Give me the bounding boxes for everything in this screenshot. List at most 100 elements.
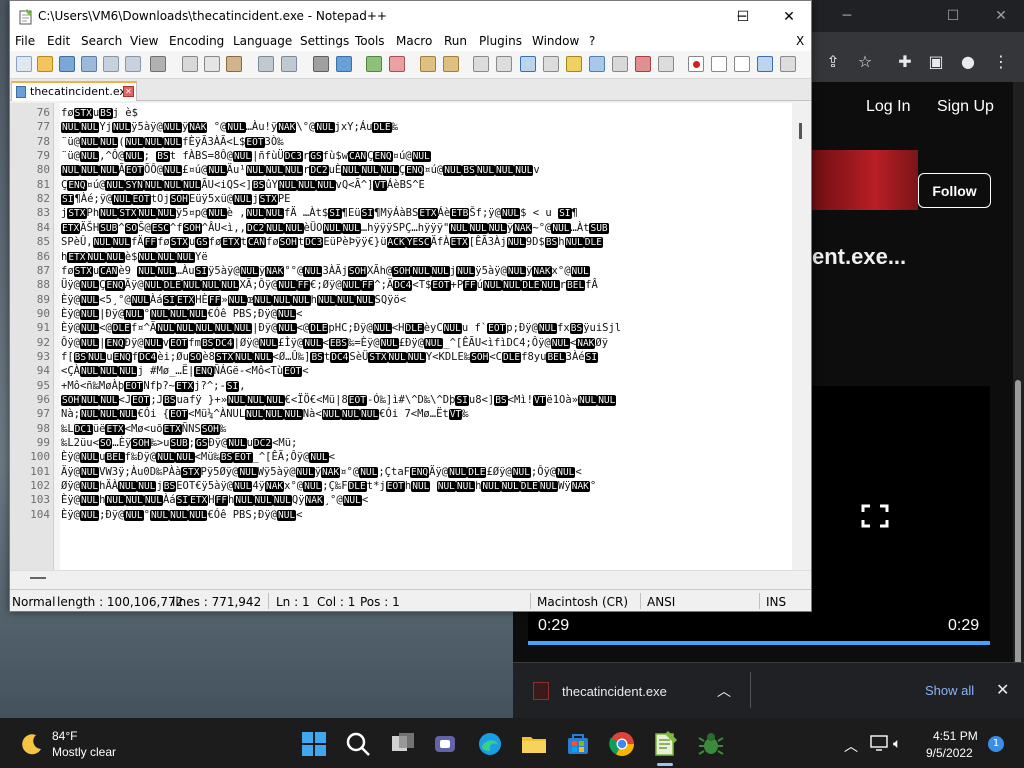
network-icon[interactable] [870, 735, 888, 751]
line-content[interactable]: ¨ü@NUL NUL(NUL NUL NULfÈÿÃ3ÀÃ<L$EOT3Ò‰ [61, 135, 284, 149]
stop-macro-icon[interactable] [711, 56, 727, 72]
tab-close-icon[interactable]: ✕ [123, 86, 134, 97]
windows-start-icon[interactable] [299, 729, 329, 759]
clock-time[interactable]: 4:51 PM [933, 729, 978, 743]
chevron-up-icon[interactable]: ︿ [717, 681, 731, 701]
editor-line[interactable]: 101 Äÿ@NULVW3ÿ;Àu0D‰PÀàSTXPÿ5Øÿ@NULWÿ5àÿ@… [10, 465, 792, 479]
follow-button[interactable]: Follow [918, 173, 991, 208]
weather-temperature[interactable]: 84°F [52, 729, 77, 743]
save-icon[interactable] [59, 56, 75, 72]
editor-line[interactable]: 95 +Mô<ñ‰MøÀþEOTNfþ?~ETXj?^;-SI‚ [10, 379, 792, 393]
line-content[interactable]: jSTXPhNUL STX NUL NULÿ5¤p@NULè ,NUL NULfÄ …À… [61, 206, 578, 220]
tray-overflow-chevron-icon[interactable]: ︿ [844, 736, 858, 756]
line-content[interactable]: <ÇÀNUL NUL NULj #Mø_…Ë|ENQÑÁGë-<Mô<TùEOT< [61, 364, 309, 378]
menu-settings[interactable]: Settings [300, 34, 349, 48]
editor-line[interactable]: 83 jSTXPhNUL STX NUL NULÿ5¤p@NULè ,NUL NULfÄ … [10, 206, 792, 220]
editor-line[interactable]: 104 Èÿ@NUL;Ðÿ@NUL°NUL NUL NUL€Óê PBS;Ðÿ@NUL… [10, 508, 792, 522]
line-content[interactable]: f[BS NULuENQfDC4èi;ØuSOè8STX NUL NUL<Ø…Û‰]B… [61, 350, 599, 364]
line-content[interactable]: Øÿ@NULhÄÀNUL NULjBSEOT€ÿ5àÿ@NUL4ÿNAKx°@NU… [61, 479, 596, 493]
fullscreen-icon[interactable] [861, 504, 889, 528]
editor-line[interactable]: 85 SPèÛ,NUL NULfÄFFføSTXuGSføETXtCANføSOHt… [10, 235, 792, 249]
menu-macro[interactable]: Macro [396, 34, 432, 48]
video-progress-bar[interactable] [528, 641, 990, 645]
editor-line[interactable]: 84 ETXÄŠHSUB^SOŠ@ESC^fSOH^ÂU<ì,,DC2 NUL NUL… [10, 221, 792, 235]
editor-line[interactable]: 86 hETX NUL NULè$NUL NUL NULYë [10, 250, 792, 264]
microsoft-store-icon[interactable] [563, 729, 593, 759]
sync-vertical-icon[interactable] [420, 56, 436, 72]
editor-line[interactable]: 94 <ÇÀNUL NUL NULj #Mø_…Ë|ENQÑÁGë-<Mô<TùEOT… [10, 364, 792, 378]
editor-line[interactable]: 97 Nà;NUL NUL NUL€Ói {EOT<Mü¼^ÀNULNUL NUL NUL… [10, 407, 792, 421]
editor-line[interactable]: 80 NUL NUL NULÃEOTÕÔ@NUL£¤ú@NULÄu¹NUL NUL NUL… [10, 163, 792, 177]
menu-language[interactable]: Language [233, 34, 292, 48]
show-all-chars-icon[interactable] [496, 56, 512, 72]
browser-menu-icon[interactable]: ⋮ [988, 48, 1014, 74]
file-explorer-icon[interactable] [519, 729, 549, 759]
menu-view[interactable]: View [130, 34, 158, 48]
editor-line[interactable]: 88 Üÿ@NULÇENQÃÿ@NUL DLE NUL NUL NULXÃ;Ôÿ@NUL F… [10, 278, 792, 292]
bookmark-star-icon[interactable]: ☆ [852, 48, 878, 74]
word-wrap-icon[interactable] [473, 56, 489, 72]
tab-thecatincident[interactable]: thecatincident.exe ✕ [11, 81, 137, 101]
editor-line[interactable]: 87 føSTXuCANè9 NUL NUL…ÀuSIÿ5àÿ@NULÿNAK°°@… [10, 264, 792, 278]
download-file-name[interactable]: thecatincident.exe [562, 684, 667, 699]
extensions-puzzle-icon[interactable]: ✚ [892, 48, 918, 74]
line-content[interactable]: føSTXuCANè9 NUL NUL…ÀuSIÿ5àÿ@NULÿNAK°°@NU… [61, 264, 590, 278]
menu-run[interactable]: Run [444, 34, 467, 48]
volume-icon[interactable]: 🔈︎ [893, 736, 901, 752]
menu-help[interactable]: ? [589, 34, 595, 48]
line-content[interactable]: NUL NULYjNULÿ5àÿ@NULÿNAK °@NUL…Àu!ÿNAK\°@… [61, 120, 398, 134]
play-macro-icon[interactable] [734, 56, 750, 72]
editor-vertical-scrollbar[interactable] [792, 103, 811, 570]
editor-line[interactable]: 102 Øÿ@NULhÄÀNUL NULjBSEOT€ÿ5àÿ@NUL4ÿNAKx°… [10, 479, 792, 493]
page-scrollbar-thumb[interactable] [1015, 380, 1021, 670]
line-content[interactable]: Èÿ@NUL;Ðÿ@NUL°NUL NUL NUL€Óê PBS;Ðÿ@NUL< [61, 508, 303, 522]
sidebar-icon[interactable]: ▣ [923, 48, 949, 74]
udl-icon[interactable] [543, 56, 559, 72]
chrome-browser-icon[interactable] [607, 729, 637, 759]
line-content[interactable]: ‰L2üu<SO…ÈÿSOH‰>uSUB;GSÐÿ@NULuDC2<Mü; [61, 436, 297, 450]
undo-icon[interactable] [258, 56, 274, 72]
run-macro-multiple-icon[interactable] [757, 56, 773, 72]
save-all-icon[interactable] [81, 56, 97, 72]
save-macro-icon[interactable] [780, 56, 796, 72]
editor-horizontal-scrollbar[interactable] [10, 570, 811, 586]
monitoring-icon[interactable] [658, 56, 674, 72]
editor-line[interactable]: 99 ‰L2üu<SO…ÈÿSOH‰>uSUB;GSÐÿ@NULuDC2<Mü; [10, 436, 792, 450]
line-content[interactable]: SPèÛ,NUL NULfÄFFføSTXuGSføETXtCANføSOHtDC… [61, 235, 603, 249]
line-content[interactable]: ETXÄŠHSUB^SOŠ@ESC^fSOH^ÂU<ì,,DC2 NUL NULèÜ… [61, 221, 609, 235]
line-content[interactable]: ‰LDC1üëETX<Mø<uõETXÑNSSOH‰ [61, 422, 226, 436]
function-list-icon[interactable] [612, 56, 628, 72]
browser-maximize-button[interactable]: ☐ [930, 0, 976, 32]
editor-line[interactable]: 98 ‰LDC1üëETX<Mø<uõETXÑNSSOH‰ [10, 422, 792, 436]
open-folder-icon[interactable] [37, 56, 53, 72]
menu-window[interactable]: Window [532, 34, 579, 48]
close-window-button[interactable]: ✕ [766, 1, 812, 33]
notification-badge[interactable]: 1 [988, 736, 1004, 752]
line-content[interactable]: Äÿ@NULVW3ÿ;Àu0D‰PÀàSTXPÿ5Øÿ@NULWÿ5àÿ@NUL… [61, 465, 582, 479]
line-content[interactable]: Èÿ@NULhNUL NUL NULÀáSI ETXHFFhNUL NUL NULQÿNA… [61, 493, 368, 507]
line-content[interactable]: Èÿ@NUL<5¸°@NULÀáSI ETXHÈFF»NULœNUL NUL NULh… [61, 293, 406, 307]
line-content[interactable]: føSTXuBSj è$ [61, 106, 138, 120]
moon-weather-icon[interactable] [20, 732, 44, 756]
login-link[interactable]: Log In [866, 98, 910, 116]
menu-search[interactable]: Search [81, 34, 122, 48]
editor-line[interactable]: 82 SI¶Àé;ÿ@NUL EOTtOjSOHEüÿ5xü@NULjSTXPE [10, 192, 792, 206]
editor-line[interactable]: 77 NUL NULYjNULÿ5àÿ@NULÿNAK °@NUL…Àu!ÿNAK\… [10, 120, 792, 134]
line-content[interactable]: NUL NUL NULÃEOTÕÔ@NUL£¤ú@NULÄu¹NUL NUL NULrD… [61, 163, 540, 177]
line-content[interactable]: Üÿ@NULÇENQÃÿ@NUL DLE NUL NUL NULXÃ;Ôÿ@NUL FF€… [61, 278, 598, 292]
editor-line[interactable]: 103 Èÿ@NULhNUL NUL NULÀáSI ETXHFFhNUL NUL NULQ… [10, 493, 792, 507]
line-content[interactable]: Ôÿ@NUL|ENQÐÿ@NULvEOTfmBS DC4|Øÿ@NUL£Ìÿ@NU… [61, 336, 608, 350]
close-icon[interactable]: ✕ [996, 680, 1009, 699]
edge-browser-icon[interactable] [475, 729, 505, 759]
line-content[interactable]: hETX NUL NULè$NUL NUL NULYë [61, 250, 208, 264]
editor-line[interactable]: 89 Èÿ@NUL<5¸°@NULÀáSI ETXHÈFF»NULœNUL NUL NU… [10, 293, 792, 307]
profile-avatar-icon[interactable]: ● [955, 48, 981, 74]
zoom-out-icon[interactable] [389, 56, 405, 72]
line-content[interactable]: Èÿ@NUL|Ðÿ@NUL°NUL NUL NUL€Óê PBS;Ðÿ@NUL< [61, 307, 303, 321]
editor-line[interactable]: 78 ¨ü@NUL NUL(NUL NUL NULfÈÿÃ3ÀÃ<L$EOT3Ò‰ [10, 135, 792, 149]
editor-horizontal-scroll-thumb[interactable] [30, 577, 46, 579]
paste-icon[interactable] [226, 56, 242, 72]
line-content[interactable]: ¨ü@NUL,^Ô@NUL; BSt fÀBS=8Ô@NUL|ñfùÜDC3rG… [61, 149, 431, 163]
notepad-plus-plus-taskbar-icon[interactable] [650, 729, 680, 759]
close-file-icon[interactable] [103, 56, 119, 72]
